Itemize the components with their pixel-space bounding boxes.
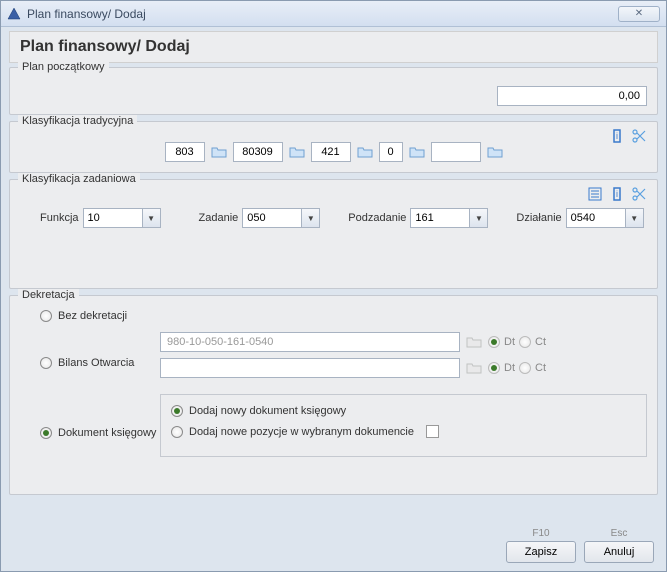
dokument-options-box: Dodaj nowy dokument księgowy Dodaj nowe … xyxy=(160,394,647,457)
label-funkcja: Funkcja xyxy=(40,212,79,224)
label-plan-poczatkowy: Plan początkowy xyxy=(18,61,109,73)
funkcja-dropdown-button[interactable]: ▼ xyxy=(143,208,161,228)
label-dzialanie: Działanie xyxy=(516,212,561,224)
page-header: Plan finansowy/ Dodaj xyxy=(9,31,658,63)
radio-label: Bez dekretacji xyxy=(58,310,127,322)
chevron-down-icon: ▼ xyxy=(630,214,638,223)
radio-dodaj-nowe-pozycje[interactable]: Dodaj nowe pozycje w wybranym dokumencie xyxy=(171,425,636,438)
bilans-input-2[interactable] xyxy=(160,358,460,378)
window-title: Plan finansowy/ Dodaj xyxy=(27,7,146,21)
svg-text:i: i xyxy=(616,189,618,199)
label-podzadanie: Podzadanie xyxy=(348,212,406,224)
radio-label: Bilans Otwarcia xyxy=(58,357,134,369)
label-zadanie: Zadanie xyxy=(199,212,239,224)
svg-text:i: i xyxy=(616,131,618,141)
chevron-down-icon: ▼ xyxy=(475,214,483,223)
label-klasyfikacja-tradycyjna: Klasyfikacja tradycyjna xyxy=(18,115,137,127)
titlebar: Plan finansowy/ Dodaj ✕ xyxy=(1,1,666,27)
shortcut-zapisz: F10 xyxy=(506,528,576,539)
cancel-button[interactable]: Anuluj xyxy=(584,541,654,563)
label-ct: Ct xyxy=(535,362,546,374)
radio-bilans-otwarcia[interactable]: Bilans Otwarcia xyxy=(40,357,160,369)
radio-icon xyxy=(40,357,52,369)
save-button[interactable]: Zapisz xyxy=(506,541,576,563)
label-ct: Ct xyxy=(535,336,546,348)
close-icon: ✕ xyxy=(635,8,643,19)
radio-dodaj-nowy-dokument[interactable]: Dodaj nowy dokument księgowy xyxy=(171,405,636,417)
label-dt: Dt xyxy=(504,362,515,374)
radio-icon xyxy=(171,426,183,438)
radio-icon xyxy=(40,310,52,322)
radio-label: Dodaj nowy dokument księgowy xyxy=(189,405,346,417)
fieldset-dekretacja: Dekretacja Bez dekretacji Bilans Otwarci… xyxy=(9,295,658,495)
content-area: Plan finansowy/ Dodaj Plan początkowy Kl… xyxy=(1,27,666,571)
folder-icon[interactable] xyxy=(487,145,503,159)
chevron-down-icon: ▼ xyxy=(147,214,155,223)
zadanie-select[interactable] xyxy=(242,208,302,228)
info-icon[interactable]: i xyxy=(609,186,625,202)
klas-trad-field-5[interactable] xyxy=(431,142,481,162)
bilans-input-1[interactable] xyxy=(160,332,460,352)
scissors-icon[interactable] xyxy=(631,128,647,144)
podzadanie-select[interactable] xyxy=(410,208,470,228)
fieldset-klasyfikacja-zadaniowa: Klasyfikacja zadaniowa i Funkcja ▼ xyxy=(9,179,658,289)
chevron-down-icon: ▼ xyxy=(307,214,315,223)
checkbox-pozycje[interactable] xyxy=(426,425,439,438)
klas-trad-field-3[interactable] xyxy=(311,142,351,162)
folder-icon[interactable] xyxy=(211,145,227,159)
radio-ct-1[interactable] xyxy=(519,336,531,348)
radio-ct-2[interactable] xyxy=(519,362,531,374)
radio-dt-2[interactable] xyxy=(488,362,500,374)
fieldset-klasyfikacja-tradycyjna: Klasyfikacja tradycyjna i xyxy=(9,121,658,173)
klas-trad-field-4[interactable] xyxy=(379,142,403,162)
klas-trad-field-2[interactable] xyxy=(233,142,283,162)
amount-input[interactable] xyxy=(497,86,647,106)
info-icon[interactable]: i xyxy=(609,128,625,144)
folder-icon[interactable] xyxy=(466,335,482,349)
radio-icon xyxy=(171,405,183,417)
fieldset-plan-poczatkowy: Plan początkowy xyxy=(9,67,658,115)
shortcut-anuluj: Esc xyxy=(584,528,654,539)
radio-icon xyxy=(40,427,52,439)
folder-icon[interactable] xyxy=(466,361,482,375)
label-dt: Dt xyxy=(504,336,515,348)
app-window: Plan finansowy/ Dodaj ✕ Plan finansowy/ … xyxy=(0,0,667,572)
radio-label: Dokument księgowy xyxy=(58,427,156,439)
folder-icon[interactable] xyxy=(357,145,373,159)
folder-icon[interactable] xyxy=(409,145,425,159)
list-icon[interactable] xyxy=(587,186,603,202)
klas-trad-field-1[interactable] xyxy=(165,142,205,162)
funkcja-select[interactable] xyxy=(83,208,143,228)
radio-dokument-ksiegowy[interactable]: Dokument księgowy xyxy=(40,427,160,439)
zadanie-dropdown-button[interactable]: ▼ xyxy=(302,208,320,228)
app-icon xyxy=(7,7,21,21)
radio-dt-1[interactable] xyxy=(488,336,500,348)
scissors-icon[interactable] xyxy=(631,186,647,202)
page-title: Plan finansowy/ Dodaj xyxy=(20,38,647,56)
folder-icon[interactable] xyxy=(289,145,305,159)
podzadanie-dropdown-button[interactable]: ▼ xyxy=(470,208,488,228)
dzialanie-dropdown-button[interactable]: ▼ xyxy=(626,208,644,228)
dzialanie-select[interactable] xyxy=(566,208,626,228)
radio-bez-dekretacji[interactable]: Bez dekretacji xyxy=(40,310,160,322)
label-dekretacja: Dekretacja xyxy=(18,289,79,301)
footer-buttons: F10 Zapisz Esc Anuluj xyxy=(506,528,654,563)
label-klasyfikacja-zadaniowa: Klasyfikacja zadaniowa xyxy=(18,173,140,185)
close-button[interactable]: ✕ xyxy=(618,6,660,22)
radio-label: Dodaj nowe pozycje w wybranym dokumencie xyxy=(189,426,414,438)
